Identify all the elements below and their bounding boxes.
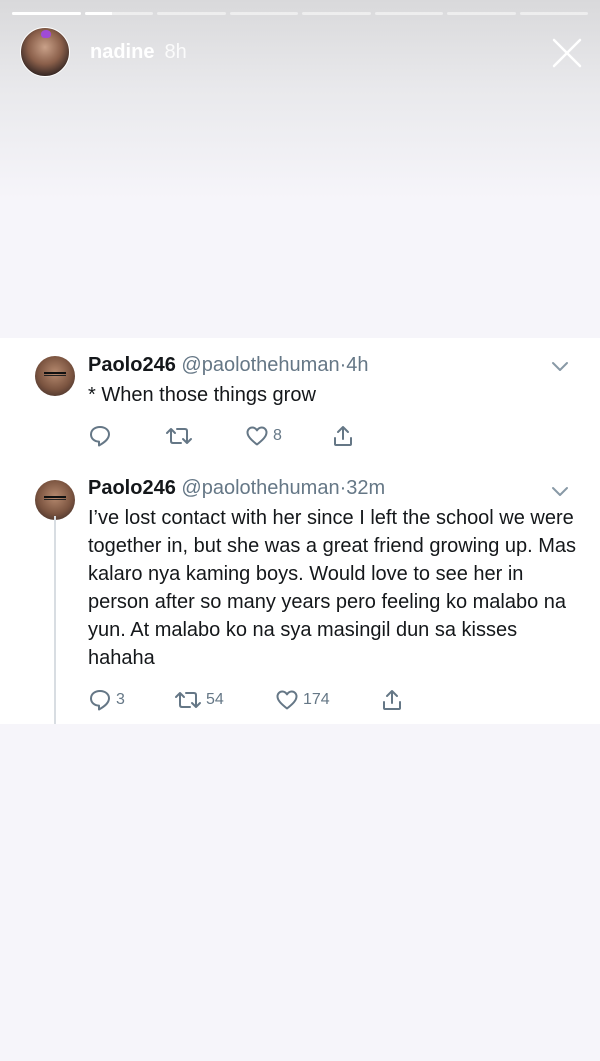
story-progress-segment bbox=[302, 12, 371, 15]
thread-connector-line bbox=[54, 516, 56, 724]
retweet-icon bbox=[175, 692, 201, 708]
tweet-author-handle[interactable]: @paolothehuman bbox=[181, 477, 339, 499]
story-progress-segment bbox=[519, 12, 588, 15]
heart-icon bbox=[276, 690, 298, 710]
share-icon bbox=[383, 690, 401, 710]
tweet-header: Paolo246 @paolothehuman·4h bbox=[88, 354, 369, 377]
tweet-author-handle[interactable]: @paolothehuman bbox=[181, 354, 339, 376]
share-icon bbox=[334, 426, 352, 446]
tweet-text: I’ve lost contact with her since I left … bbox=[88, 507, 577, 669]
story-progress-fill bbox=[84, 12, 112, 15]
story-progress-segment bbox=[229, 12, 298, 15]
reply-icon bbox=[90, 690, 110, 711]
like-count: 8 bbox=[273, 427, 282, 444]
avatar[interactable] bbox=[35, 480, 75, 520]
story-progress-fill bbox=[12, 12, 81, 15]
reply-count: 3 bbox=[116, 691, 125, 708]
tweet-header: Paolo246 @paolothehuman·32m bbox=[88, 477, 385, 500]
retweet-count: 54 bbox=[206, 691, 224, 708]
story-progress-segment bbox=[84, 12, 153, 15]
share-button[interactable] bbox=[380, 688, 404, 712]
retweet-button[interactable] bbox=[165, 424, 197, 448]
like-button[interactable]: 8 bbox=[245, 424, 282, 448]
tweet-screenshot: Paolo246 @paolothehuman·4h * When those … bbox=[0, 338, 600, 724]
like-button[interactable]: 174 bbox=[275, 688, 330, 712]
story-header: nadine 8h bbox=[20, 27, 187, 77]
reply-button[interactable] bbox=[88, 424, 116, 448]
like-count: 174 bbox=[303, 691, 330, 708]
tweet-author-name[interactable]: Paolo246 bbox=[88, 477, 176, 499]
tweet-text: * When those things grow bbox=[88, 384, 316, 406]
story-progress-bar bbox=[12, 12, 588, 15]
story-progress-segment bbox=[447, 12, 516, 15]
retweet-icon bbox=[166, 428, 192, 444]
share-button[interactable] bbox=[331, 424, 355, 448]
butterfly-sticker-icon bbox=[41, 30, 51, 38]
chevron-down-icon[interactable] bbox=[550, 485, 570, 499]
tweet-time: 4h bbox=[346, 354, 369, 376]
tweet-time: 32m bbox=[346, 477, 386, 499]
heart-icon bbox=[246, 426, 268, 446]
chevron-down-icon[interactable] bbox=[550, 360, 570, 374]
glasses-detail bbox=[44, 372, 66, 376]
story-timestamp: 8h bbox=[164, 40, 187, 63]
tweet: Paolo246 @paolothehuman·32m I’ve lost co… bbox=[0, 460, 600, 724]
story-user-avatar[interactable] bbox=[20, 27, 70, 77]
story-progress-segment bbox=[12, 12, 81, 15]
story-progress-segment bbox=[374, 12, 443, 15]
avatar[interactable] bbox=[35, 356, 75, 396]
tweet-author-name[interactable]: Paolo246 bbox=[88, 354, 176, 376]
glasses-detail bbox=[44, 496, 66, 500]
reply-button[interactable]: 3 bbox=[88, 688, 125, 712]
story-username[interactable]: nadine bbox=[90, 41, 154, 64]
close-icon[interactable] bbox=[552, 38, 582, 68]
retweet-button[interactable]: 54 bbox=[174, 688, 224, 712]
tweet: Paolo246 @paolothehuman·4h * When those … bbox=[0, 338, 600, 460]
reply-icon bbox=[90, 426, 110, 447]
story-progress-segment bbox=[157, 12, 226, 15]
